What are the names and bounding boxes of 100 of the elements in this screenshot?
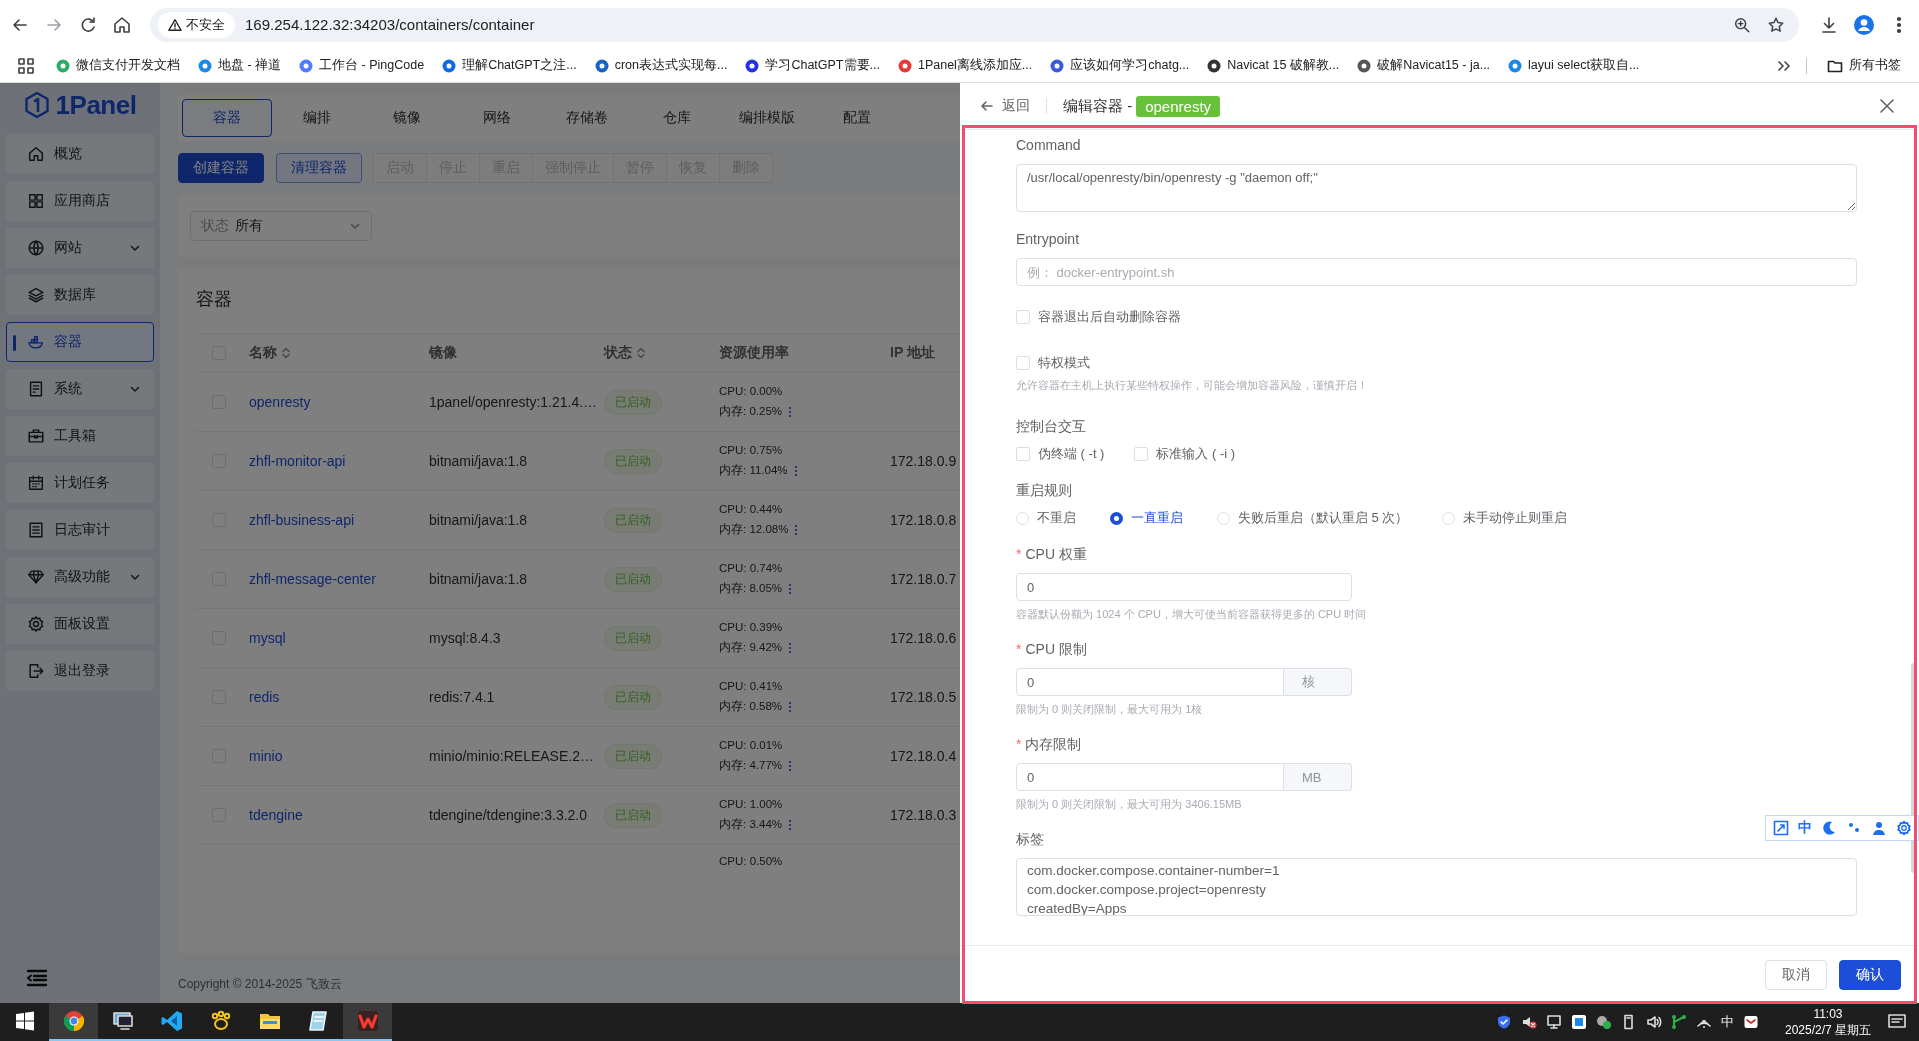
bookmark[interactable]: 1Panel离线添加应... xyxy=(891,53,1039,78)
more-vertical-icon[interactable] xyxy=(788,641,792,654)
shield-icon[interactable] xyxy=(1495,1014,1512,1030)
status-tag: 已启动 xyxy=(604,389,662,415)
tab[interactable]: 镜像 xyxy=(362,99,452,137)
entrypoint-field[interactable]: 例： docker-entrypoint.sh xyxy=(1016,258,1857,286)
more-vertical-icon[interactable] xyxy=(788,700,792,713)
bookmark[interactable]: 地盘 - 禅道 xyxy=(192,53,288,78)
bookmark[interactable]: 微信支付开发文档 xyxy=(50,53,186,78)
bookmark[interactable]: 破解Navicat15 - ja... xyxy=(1351,53,1497,78)
zoom-icon[interactable] xyxy=(1733,15,1751,34)
checkbox-option[interactable]: 特权模式 xyxy=(1016,354,1857,372)
security-chip[interactable]: 不安全 xyxy=(158,11,235,38)
radio-option[interactable]: 一直重启 xyxy=(1110,509,1183,527)
taskbar-app[interactable] xyxy=(49,1003,98,1041)
more-vertical-icon[interactable] xyxy=(794,523,799,536)
expand-icon[interactable] xyxy=(1772,820,1789,836)
sidebar-item[interactable]: 概览 xyxy=(6,134,154,174)
number-field[interactable]: 0 xyxy=(1016,763,1284,791)
container-name-link[interactable]: redis xyxy=(249,689,280,705)
bookmark[interactable]: 工作台 - PingCode xyxy=(293,53,431,78)
input-method-indicator[interactable]: 中 xyxy=(1720,1013,1734,1031)
tab[interactable]: 网络 xyxy=(452,99,542,137)
radio-option[interactable]: 失败后重启（默认重启 5 次） xyxy=(1217,509,1409,527)
container-name-link[interactable]: zhfl-monitor-api xyxy=(249,453,346,469)
action-button[interactable]: 创建容器 xyxy=(178,153,264,183)
ip-cell: 172.18.0.4 xyxy=(890,748,957,764)
container-name-link[interactable]: zhfl-business-api xyxy=(249,512,355,528)
column-header[interactable]: 名称 xyxy=(249,344,291,362)
sidebar-item[interactable]: 日志审计 xyxy=(6,510,154,550)
labels-field[interactable]: com.docker.compose.container-number=1 com.docker.compose.project=openresty createdBy=Apps xyxy=(1016,858,1857,916)
number-field[interactable]: 0 xyxy=(1016,573,1352,601)
taskbar-app[interactable] xyxy=(343,1003,392,1041)
sidebar-item[interactable]: 退出登录 xyxy=(6,651,154,691)
more-vertical-icon[interactable] xyxy=(788,818,792,831)
checkbox-option[interactable]: 容器退出后自动删除容器 xyxy=(1016,308,1857,326)
sidebar-item[interactable]: 容器 xyxy=(6,322,154,362)
tab[interactable]: 编排模版 xyxy=(722,99,812,137)
back-link[interactable]: 返回 xyxy=(980,97,1030,115)
sidebar-item[interactable]: 计划任务 xyxy=(6,463,154,503)
action-button[interactable]: 清理容器 xyxy=(276,153,362,183)
collapse-menu-icon[interactable] xyxy=(26,969,48,987)
more-vertical-icon[interactable] xyxy=(788,582,792,595)
more-vertical-icon[interactable] xyxy=(788,759,792,772)
display-icon[interactable] xyxy=(1545,1014,1562,1030)
profile-icon[interactable] xyxy=(1853,13,1875,36)
notification-center-icon[interactable] xyxy=(1887,1013,1907,1031)
container-name-link[interactable]: zhfl-message-center xyxy=(249,571,376,587)
user-icon[interactable] xyxy=(1870,820,1887,836)
radio-option[interactable]: 不重启 xyxy=(1016,509,1076,527)
bookmark[interactable]: 理解ChatGPT之注... xyxy=(436,53,583,78)
chat-tray-icon[interactable] xyxy=(1595,1014,1612,1030)
cancel-button[interactable]: 取消 xyxy=(1765,959,1827,990)
network-nodes-icon[interactable] xyxy=(1670,1014,1687,1030)
sidebar-item[interactable]: 网站 xyxy=(6,228,154,268)
language-toggle[interactable]: 中 xyxy=(1797,819,1812,837)
apps-grid-icon[interactable] xyxy=(18,57,34,74)
volume-icon[interactable] xyxy=(1645,1014,1662,1030)
all-bookmarks-folder[interactable]: 所有书签 xyxy=(1821,53,1907,78)
column-header[interactable]: 状态 xyxy=(604,344,646,362)
checkbox-option[interactable]: 伪终端 ( -t ) xyxy=(1016,445,1105,463)
more-vertical-icon[interactable] xyxy=(793,464,798,477)
bookmark[interactable]: 学习ChatGPT需要... xyxy=(739,53,886,78)
tab[interactable]: 容器 xyxy=(182,99,272,137)
muted-speaker-icon[interactable] xyxy=(1520,1014,1537,1030)
tab[interactable]: 仓库 xyxy=(632,99,722,137)
download-icon[interactable] xyxy=(1819,14,1839,35)
bookmark[interactable]: layui select获取自... xyxy=(1502,53,1646,78)
bookmark[interactable]: 应该如何学习chatg... xyxy=(1044,53,1196,78)
container-name-link[interactable]: minio xyxy=(249,748,283,764)
close-icon[interactable] xyxy=(1879,98,1895,114)
star-icon[interactable] xyxy=(1767,15,1785,34)
container-name-link[interactable]: mysql xyxy=(249,630,286,646)
app-tray-icon[interactable] xyxy=(1570,1014,1587,1030)
bookmark[interactable]: Navicat 15 破解教... xyxy=(1201,53,1346,78)
taskbar-clock[interactable]: 11:03 2025/2/7 星期五 xyxy=(1772,1003,1883,1041)
confirm-button[interactable]: 确认 xyxy=(1839,959,1901,990)
sidebar-item[interactable]: 工具箱 xyxy=(6,416,154,456)
sidebar-item[interactable]: 应用商店 xyxy=(6,181,154,221)
container-name-link[interactable]: tdengine xyxy=(249,807,303,823)
notification-app-icon[interactable] xyxy=(1742,1014,1759,1030)
sidebar-item[interactable]: 面板设置 xyxy=(6,604,154,644)
bookmark[interactable]: cron表达式实现每... xyxy=(588,53,734,78)
tab[interactable]: 存储卷 xyxy=(542,99,632,137)
container-name-link[interactable]: openresty xyxy=(249,394,311,410)
tab[interactable]: 编排 xyxy=(272,99,362,137)
tab[interactable]: 配置 xyxy=(812,99,902,137)
container-tag: openresty xyxy=(1136,95,1221,117)
sidebar-item[interactable]: 高级功能 xyxy=(6,557,154,597)
address-bar[interactable]: 不安全 169.254.122.32:34203/containers/container xyxy=(150,7,1799,42)
sidebar-item[interactable]: 系统 xyxy=(6,369,154,409)
radio-option[interactable]: 未手动停止则重启 xyxy=(1442,509,1568,527)
number-field[interactable]: 0 xyxy=(1016,668,1284,696)
checkbox-option[interactable]: 标准输入 ( -i ) xyxy=(1134,445,1236,463)
settings-icon[interactable] xyxy=(1895,820,1912,836)
more-vertical-icon[interactable] xyxy=(788,405,792,418)
command-field[interactable]: /usr/local/openresty/bin/openresty -g "daemon off;" xyxy=(1016,164,1857,212)
home-icon[interactable] xyxy=(112,14,132,35)
sidebar-item[interactable]: 数据库 xyxy=(6,275,154,315)
moon-icon[interactable] xyxy=(1820,820,1837,836)
